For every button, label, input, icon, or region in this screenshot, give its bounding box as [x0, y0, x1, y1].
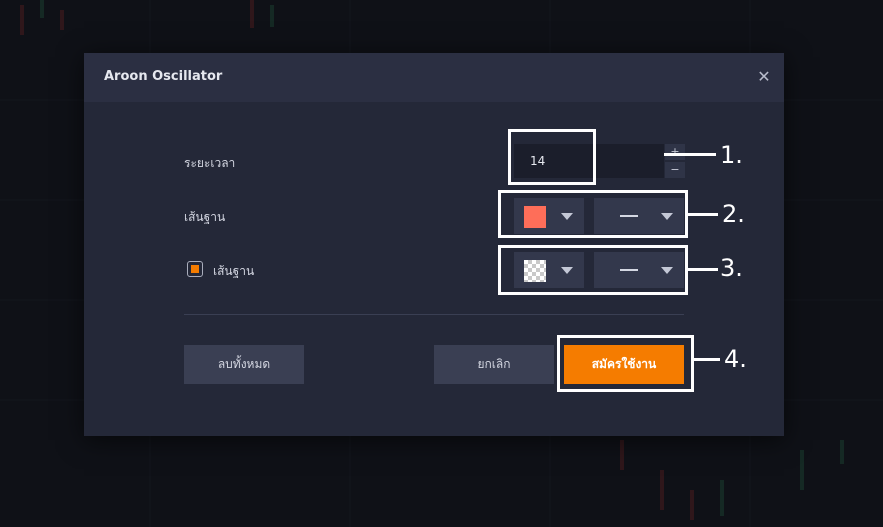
callout-number-4: 4. [724, 345, 747, 373]
baseline-fill-checkbox[interactable] [187, 261, 203, 277]
period-increment-button[interactable]: + [665, 144, 685, 160]
callout-box-1 [508, 129, 596, 185]
callout-number-3: 3. [720, 254, 743, 282]
callout-box-2 [498, 190, 688, 238]
period-label: ระยะเวลา [184, 156, 236, 170]
checkbox-check-mark [191, 265, 199, 273]
callout-leader-2 [688, 213, 718, 216]
dialog-title: Aroon Oscillator [104, 69, 223, 84]
callout-box-3 [498, 245, 688, 295]
callout-number-1: 1. [720, 141, 743, 169]
callout-leader-3 [688, 268, 718, 271]
callout-leader-1 [664, 153, 716, 156]
baseline-fill-label: เส้นฐาน [213, 264, 255, 278]
callout-number-2: 2. [722, 200, 745, 228]
baseline-label: เส้นฐาน [184, 210, 226, 224]
period-decrement-button[interactable]: − [665, 162, 685, 178]
divider [184, 314, 684, 315]
cancel-button[interactable]: ยกเลิก [434, 345, 554, 384]
callout-leader-4 [694, 358, 720, 361]
clear-all-button[interactable]: ลบทั้งหมด [184, 345, 304, 384]
dialog-header: Aroon Oscillator ✕ [84, 53, 784, 102]
close-icon[interactable]: ✕ [756, 67, 772, 87]
callout-box-4 [557, 335, 694, 392]
